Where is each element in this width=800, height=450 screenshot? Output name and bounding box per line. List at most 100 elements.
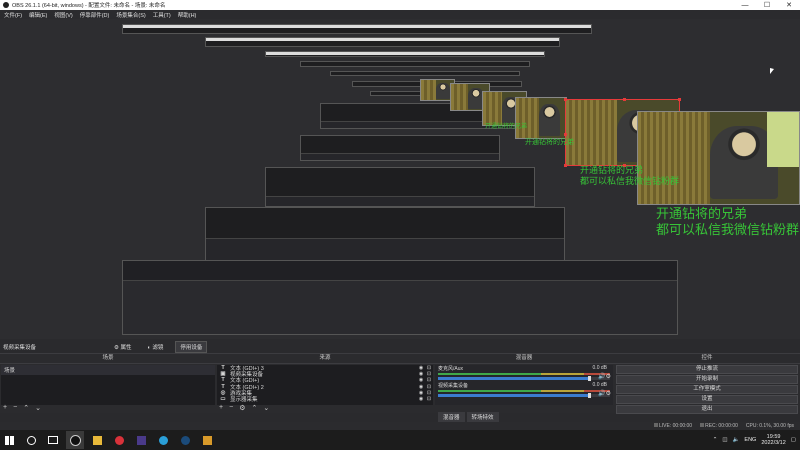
network-icon[interactable]: ◫ [722, 437, 727, 443]
source-name: 显示器采集 [230, 397, 258, 404]
studio-mode-button[interactable]: 工作室模式 [616, 385, 798, 394]
app-icon[interactable] [132, 431, 150, 449]
netease-music-icon[interactable] [110, 431, 128, 449]
add-icon[interactable]: + [219, 404, 223, 412]
nested-capture-12 [122, 260, 678, 335]
sources-list: T 文本 (GDI+) 3 ◉ ⊡ ▣ 视频采集设备 ◉ ⊡ T 文本 (GDI+) ◉ ⊡ T文… [217, 365, 433, 405]
nested-capture-5 [330, 71, 520, 76]
settings-button[interactable]: 设置 [616, 395, 798, 404]
overlay-text-medium-2: 都可以私信我微信钻粉群 [580, 177, 680, 187]
lock-icon[interactable]: ⊡ [425, 365, 433, 371]
move-up-icon[interactable]: ⌃ [23, 404, 29, 412]
volume-fader[interactable] [438, 393, 610, 398]
tab-transitions[interactable]: 转场特效 [466, 412, 499, 422]
maximize-button[interactable]: ☐ [756, 0, 778, 10]
monitor-source-icon: ▭ [220, 396, 226, 403]
live-time: LIVE: 00:00:00 [659, 423, 693, 429]
volume-fader[interactable] [438, 376, 610, 381]
deactivate-button[interactable]: 停用设备 [175, 341, 208, 353]
overlay-text-large-2: 都可以私信我微信钻粉群 [656, 223, 800, 238]
move-down-icon[interactable]: ⌄ [263, 404, 269, 412]
menu-scene-collection[interactable]: 场景集合(S) [116, 11, 145, 19]
file-explorer-icon[interactable] [88, 431, 106, 449]
filters-label: 滤镜 [152, 345, 164, 351]
scenes-footer: + − ⌃ ⌄ [3, 404, 41, 412]
menu-view[interactable]: 视图(V) [54, 11, 72, 19]
channel-db: 0.0 dB [592, 365, 607, 371]
minimize-button[interactable]: — [734, 0, 756, 10]
sources-header: 来源 [216, 354, 434, 364]
eye-icon[interactable]: ◉ [417, 396, 425, 402]
speaker-icon[interactable]: 🔊⚙ [598, 390, 611, 397]
nested-capture-11 [205, 207, 565, 265]
overlay-text-small-1: 开通钻将的兄弟 [485, 123, 528, 130]
nested-capture-4 [300, 61, 530, 67]
scenes-header: 场景 [0, 354, 216, 364]
game-icon[interactable] [198, 431, 216, 449]
clock[interactable]: 19:59 2022/3/12 [761, 434, 785, 446]
source-row[interactable]: ▭ 显示器采集 ◉ ⊡ [217, 396, 433, 404]
mixer-tabs: 混音器 转场特效 [438, 412, 499, 422]
lock-icon[interactable]: ⊡ [425, 371, 433, 377]
volume-icon[interactable]: 🔈 [733, 437, 740, 443]
move-down-icon[interactable]: ⌄ [35, 404, 41, 412]
notification-icon[interactable]: ▢ [791, 437, 796, 443]
filters-button[interactable]: ◐ 滤镜 [143, 342, 167, 352]
preview-canvas[interactable]: 开通钻将的兄弟 开通钻将的兄弟 开通钻将的兄弟 都可以私信我微信钻粉群 开通钻将… [0, 19, 800, 339]
nested-capture-10 [265, 167, 535, 207]
remove-icon[interactable]: − [229, 404, 233, 412]
search-icon[interactable] [22, 431, 40, 449]
menu-docks[interactable]: 停靠部件(D) [80, 11, 110, 19]
sources-panel: 来源 T 文本 (GDI+) 3 ◉ ⊡ ▣ 视频采集设备 ◉ ⊡ T 文本 (GDI+) ◉ ⊡… [216, 353, 434, 413]
close-button[interactable]: ✕ [778, 0, 800, 10]
mixer-channel: 麦克风/Aux 0.0 dB 🔊⚙ [435, 365, 613, 382]
clock-date: 2022/3/12 [761, 440, 786, 446]
volume-meter [438, 373, 610, 375]
scene-item[interactable]: 场景 [1, 365, 215, 375]
title-bar: OBS 26.1.1 (64-bit, windows) - 配置文件: 未命名… [0, 0, 800, 10]
edge-browser-icon[interactable] [154, 431, 172, 449]
language-indicator[interactable]: ENG [744, 437, 756, 443]
obs-taskbar-icon[interactable] [66, 431, 84, 449]
source-toolbar: ⚙ 属性 ◐ 滤镜 停用设备 [110, 341, 208, 353]
eye-icon[interactable]: ◉ [417, 390, 425, 396]
nested-capture-1 [122, 24, 592, 34]
lock-icon[interactable]: ⊡ [425, 384, 433, 390]
task-view-icon[interactable] [44, 431, 62, 449]
lock-icon[interactable]: ⊡ [425, 390, 433, 396]
eye-icon[interactable]: ◉ [417, 377, 425, 383]
tab-mixer[interactable]: 混音器 [438, 412, 465, 422]
remove-icon[interactable]: − [13, 404, 17, 412]
lock-icon[interactable]: ⊡ [425, 396, 433, 402]
camera-frame-large [637, 111, 800, 205]
steam-icon[interactable] [176, 431, 194, 449]
nested-capture-2 [205, 37, 560, 47]
channel-name: 麦克风/Aux [438, 366, 464, 372]
properties-button[interactable]: ⚙ 属性 [110, 342, 135, 352]
live-status: LIVE: 00:00:00 [654, 423, 692, 429]
cpu-status: CPU: 0.1%, 30.00 fps [745, 423, 794, 429]
menu-help[interactable]: 帮助(H) [178, 11, 197, 19]
mixer-channel: 视频采集设备 0.0 dB 🔊⚙ [435, 382, 613, 399]
eye-icon[interactable]: ◉ [417, 371, 425, 377]
properties-label: 属性 [120, 345, 132, 351]
stop-stream-button[interactable]: 停止推流 [616, 365, 798, 374]
eye-icon[interactable]: ◉ [417, 384, 425, 390]
menu-edit[interactable]: 编辑(E) [29, 11, 47, 19]
gear-icon[interactable]: ⚙ [239, 404, 245, 412]
channel-name: 视频采集设备 [438, 383, 469, 389]
move-up-icon[interactable]: ⌃ [251, 404, 257, 412]
lock-icon[interactable]: ⊡ [425, 377, 433, 383]
menu-file[interactable]: 文件(F) [4, 11, 22, 19]
windows-start-icon[interactable] [0, 431, 18, 449]
add-icon[interactable]: + [3, 404, 7, 412]
tray-expand-icon[interactable]: ⌃ [713, 437, 718, 443]
exit-button[interactable]: 退出 [616, 405, 798, 414]
speaker-icon[interactable]: 🔊⚙ [598, 373, 611, 380]
eye-icon[interactable]: ◉ [417, 365, 425, 371]
mouse-cursor-icon [770, 68, 774, 74]
sources-footer: + − ⚙ ⌃ ⌄ [219, 404, 269, 412]
status-bar: LIVE: 00:00:00 REC: 00:00:00 CPU: 0.1%, … [0, 422, 800, 430]
menu-tools[interactable]: 工具(T) [153, 11, 171, 19]
start-recording-button[interactable]: 开始录制 [616, 375, 798, 384]
